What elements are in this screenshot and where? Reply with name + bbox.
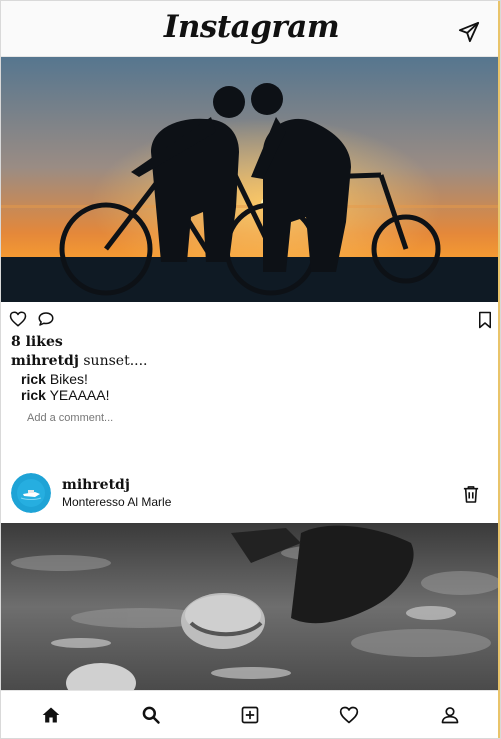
- likes-count: 8 likes: [11, 334, 63, 350]
- app-logo[interactable]: Instagram: [1, 9, 500, 45]
- caption-username[interactable]: mihretdj: [11, 353, 79, 369]
- comment-username[interactable]: rick: [21, 371, 46, 387]
- post-header: mihretdj Monteresso Al Marle: [1, 463, 500, 523]
- comment-item: rick YEAAAA!: [21, 387, 109, 403]
- app-frame: Instagram 8 likes mihretdj sunset.... ri…: [0, 0, 501, 739]
- post-image-swimmer[interactable]: [1, 523, 500, 691]
- bottom-navigation: [1, 690, 500, 738]
- post-location[interactable]: Monteresso Al Marle: [62, 495, 171, 509]
- avatar[interactable]: [11, 473, 51, 513]
- post-username[interactable]: mihretdj: [62, 477, 130, 493]
- comment-username[interactable]: rick: [21, 387, 46, 403]
- post-actions: [1, 302, 500, 336]
- trash-icon[interactable]: [463, 485, 479, 503]
- bookmark-icon[interactable]: [477, 311, 497, 331]
- caption-text: sunset....: [83, 353, 148, 369]
- post-caption: mihretdj sunset....: [11, 353, 148, 369]
- plus-square-icon[interactable]: [240, 705, 262, 727]
- heart-icon[interactable]: [9, 310, 29, 330]
- user-icon[interactable]: [440, 705, 462, 727]
- post-image-sunset[interactable]: [1, 57, 500, 302]
- home-icon[interactable]: [41, 705, 63, 727]
- heart-icon[interactable]: [339, 705, 361, 727]
- comment-icon[interactable]: [37, 310, 57, 330]
- add-comment-input[interactable]: [19, 407, 319, 429]
- paper-plane-icon[interactable]: [458, 21, 480, 43]
- comment-text: YEAAAA!: [49, 387, 110, 403]
- comment-text: Bikes!: [49, 371, 88, 387]
- search-icon[interactable]: [141, 705, 163, 727]
- comment-item: rick Bikes!: [21, 371, 88, 387]
- top-bar: Instagram: [1, 1, 500, 57]
